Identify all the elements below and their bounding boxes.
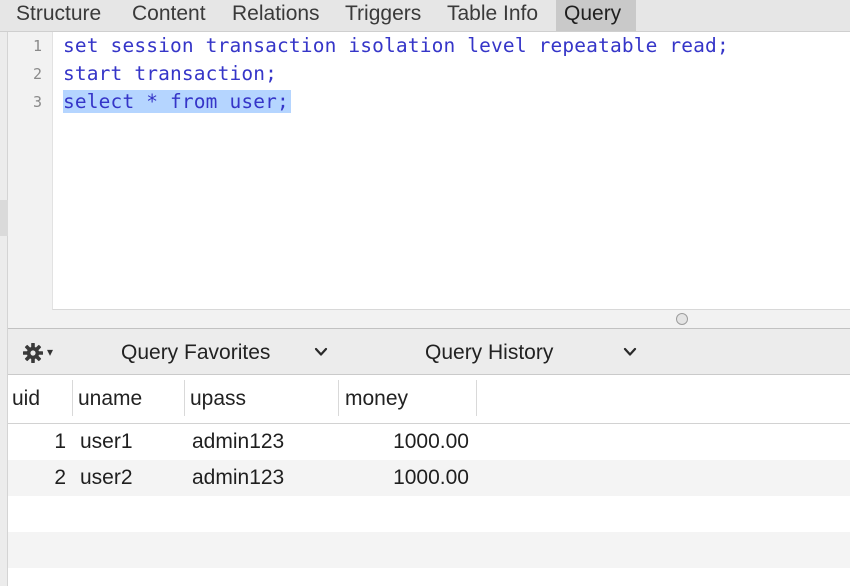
query-favorites-button[interactable]: Query Favorites	[121, 341, 270, 365]
cell-uname[interactable]: user1	[80, 430, 133, 454]
column-separator[interactable]	[184, 380, 185, 416]
results-grid[interactable]: uid uname upass money 1 user1 admin123 1…	[8, 375, 850, 586]
splitter-handle[interactable]	[676, 313, 688, 325]
line-number: 1	[32, 37, 42, 55]
column-header-uid[interactable]: uid	[12, 387, 40, 411]
tab-content[interactable]: Content	[124, 0, 214, 31]
table-row[interactable]: 1 user1 admin123 1000.00	[8, 424, 850, 460]
empty-row	[8, 568, 850, 586]
caret-down-icon[interactable]: ▾	[47, 345, 53, 359]
cell-upass[interactable]: admin123	[192, 430, 284, 454]
cell-uid[interactable]: 1	[8, 430, 66, 454]
cell-money[interactable]: 1000.00	[344, 466, 469, 490]
cell-upass[interactable]: admin123	[192, 466, 284, 490]
column-header-uname[interactable]: uname	[78, 387, 142, 411]
tab-relations[interactable]: Relations	[224, 0, 328, 31]
tab-table-info[interactable]: Table Info	[439, 0, 546, 31]
column-separator[interactable]	[476, 380, 477, 416]
window-edge	[0, 32, 8, 586]
results-header: uid uname upass money	[8, 375, 850, 424]
edge-notch	[0, 200, 8, 236]
column-header-money[interactable]: money	[345, 387, 408, 411]
cell-uname[interactable]: user2	[80, 466, 133, 490]
tab-triggers[interactable]: Triggers	[337, 0, 429, 31]
query-toolbar: ▾ Query Favorites Query History	[8, 329, 850, 375]
tab-query[interactable]: Query	[556, 0, 636, 31]
query-history-button[interactable]: Query History	[425, 341, 553, 365]
tab-structure[interactable]: Structure	[8, 0, 109, 31]
code-line[interactable]: set session transaction isolation level …	[63, 34, 729, 57]
column-separator[interactable]	[72, 380, 73, 416]
column-separator[interactable]	[338, 380, 339, 416]
empty-row	[8, 532, 850, 568]
cell-uid[interactable]: 2	[8, 466, 66, 490]
chevron-down-icon[interactable]	[623, 345, 637, 359]
code-area[interactable]: set session transaction isolation level …	[52, 32, 850, 310]
line-number-gutter: 1 2 3	[8, 32, 52, 310]
line-number: 2	[32, 65, 42, 83]
table-row[interactable]: 2 user2 admin123 1000.00	[8, 460, 850, 496]
query-editor[interactable]: 1 2 3 set session transaction isolation …	[8, 32, 850, 328]
code-line-selected[interactable]: select * from user;	[63, 90, 291, 113]
chevron-down-icon[interactable]	[314, 345, 328, 359]
tab-bar: Structure Content Relations Triggers Tab…	[0, 0, 850, 32]
code-line[interactable]: start transaction;	[63, 62, 277, 85]
gear-icon[interactable]	[22, 342, 44, 364]
line-number: 3	[32, 93, 42, 111]
column-header-upass[interactable]: upass	[190, 387, 246, 411]
cell-money[interactable]: 1000.00	[344, 430, 469, 454]
empty-row	[8, 496, 850, 532]
